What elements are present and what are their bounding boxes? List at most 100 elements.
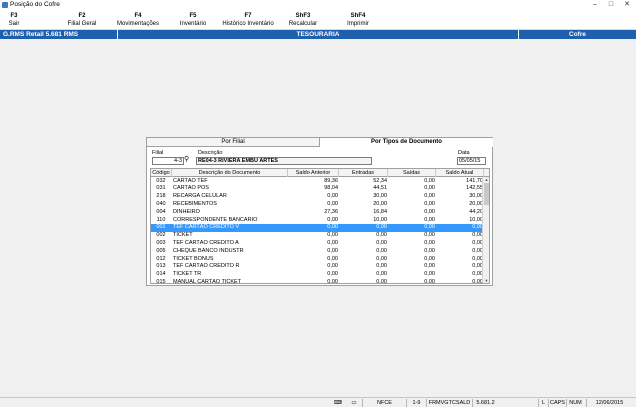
window-controls: – □ ✕ [590,0,632,10]
status-mode: NFCE [362,399,406,407]
cell-sa: 0,00 [327,216,338,223]
exit-button[interactable]: F3 Sair [0,12,44,28]
vertical-scrollbar[interactable]: ▲ ▼ [482,177,489,283]
cell-sa: 0,00 [327,278,338,284]
cell-sd: 0,00 [424,263,435,270]
filial-field[interactable]: 4-3 [152,157,184,165]
inventario-button[interactable]: F5 Inventário [163,12,223,28]
button-label: Filial Geral [67,21,97,27]
table-row[interactable]: 013 TEF CARTÃO CRÉDITO R 0,00 0,00 0,00 0,00 [151,263,483,271]
cell-desc: RECEBIMENTOS [173,200,217,207]
cell-sa: 0,00 [327,247,338,254]
table-row[interactable]: 031 CARTÃO POS 98,04 44,51 0,00 142,55 [151,185,483,193]
close-button[interactable]: ✕ [622,0,632,10]
cell-code: 005 [156,247,166,254]
scroll-down-icon[interactable]: ▼ [483,278,489,283]
table-row[interactable]: 005 CHEQUE BANCO INDUSTR 0,00 0,00 0,00 0,00 [151,248,483,256]
cell-code: 003 [156,239,166,246]
app-icon [2,2,8,8]
table-row[interactable]: 003 TEF CARTÃO CRÉDITO A 0,00 0,00 0,00 0,00 [151,240,483,248]
shortcut-key: F3 [10,13,18,19]
cell-sd: 0,00 [424,271,435,278]
table-row[interactable]: 004 DINHEIRO 27,36 16,84 0,00 44,20 [151,209,483,217]
descricao-field: RE04-3 RIVIERA EMBU ARTES [196,157,372,165]
filial-geral-button[interactable]: F2 Filial Geral [52,12,112,28]
cell-code: 218 [156,193,166,200]
table-row[interactable]: 032 CARTÃO TEF 89,36 52,34 0,00 141,70 [151,178,483,186]
historico-inventario-button[interactable]: F7 Histórico Inventário [218,12,278,28]
cell-code: 001 [156,224,166,231]
cell-desc: CARTÃO TEF [173,177,208,184]
shortcut-key: ShF3 [295,13,311,19]
imprimir-button[interactable]: ShF4 Imprimir [328,12,388,28]
data-field[interactable]: 05/05/15 [457,157,486,165]
keyboard-icon: ⌨ [334,400,342,406]
cell-en: 44,51 [373,185,387,192]
cell-at: 0,00 [472,255,483,262]
movimentacoes-button[interactable]: F4 Movimentações [108,12,168,28]
shortcut-key: ShF4 [350,13,366,19]
table-row[interactable]: 040 RECEBIMENTOS 0,00 20,00 0,00 20,00 [151,201,483,209]
cell-en: 30,00 [373,193,387,200]
header-saidas[interactable]: Saídas [388,169,436,177]
system-version: G.RMS Retail 5.681 RMS [3,31,79,38]
table-row[interactable]: 014 TICKET TR 0,00 0,00 0,00 0,00 [151,271,483,279]
tab-por-filial[interactable]: Por Filial [147,138,320,147]
cell-at: 44,20 [469,208,483,215]
cell-at: 0,00 [472,263,483,270]
header-saldo-atual[interactable]: Saldo Atual [436,169,484,177]
header-entradas[interactable]: Entradas [339,169,388,177]
cell-sa: 89,36 [324,177,338,184]
cell-desc: TEF CARTÃO CRÉDITO A [173,239,239,246]
table-row[interactable]: 015 MANUAL CARTÃO TICKET 0,00 0,00 0,00 0,00 [151,278,483,284]
recalcular-button[interactable]: ShF3 Recalcular [273,12,333,28]
header-codigo[interactable]: Código [151,169,172,177]
header-descricao[interactable]: Descrição do Documento [172,169,288,177]
cell-at: 142,55 [466,185,483,192]
tab-por-tipos-de-documento[interactable]: Por Tipos de Documento [320,138,493,147]
cell-code: 032 [156,177,166,184]
cell-at: 0,00 [472,239,483,246]
cell-sd: 0,00 [424,185,435,192]
cell-sd: 0,00 [424,224,435,231]
cell-code: 040 [156,200,166,207]
cell-desc: DINHEIRO [173,208,200,215]
button-label: Histórico Inventário [222,21,274,27]
binoculars-icon[interactable]: ⚲ [184,156,194,164]
scroll-thumb[interactable] [484,183,489,205]
cell-en: 0,00 [376,232,387,239]
cell-en: 16,84 [373,208,387,215]
table-row[interactable]: 110 CORRESPONDENTE BANCARIO 0,00 10,00 0,00 1… [151,217,483,225]
grid-header: Código Descrição do Documento Saldo Ante… [151,169,489,177]
table-row[interactable]: 218 RECARGA CELULAR 0,00 30,00 0,00 30,00 [151,193,483,201]
cell-code: 014 [156,271,166,278]
window-title: Posição do Cofre [10,1,60,8]
cell-at: 0,00 [472,271,483,278]
cell-sa: 0,00 [327,239,338,246]
cell-sd: 0,00 [424,216,435,223]
table-row[interactable]: 012 TICKET BONUS 0,00 0,00 0,00 0,00 [151,256,483,264]
header-saldo-anterior[interactable]: Saldo Anterior [288,169,339,177]
cell-en: 52,34 [373,177,387,184]
cell-at: 0,00 [472,232,483,239]
cell-desc: MANUAL CARTÃO TICKET [173,278,242,284]
data-label: Data [458,150,470,156]
shortcut-key: F4 [134,13,142,19]
shortcut-key: F7 [244,13,252,19]
button-label: Inventário [179,21,207,27]
cell-code: 002 [156,232,166,239]
shortcut-key: F2 [78,13,86,19]
cell-sd: 0,00 [424,193,435,200]
table-row[interactable]: 002 TICKET 0,00 0,00 0,00 0,00 [151,232,483,240]
module-name: TESOURARIA [296,31,340,38]
maximize-button[interactable]: □ [606,0,616,10]
documents-grid: Código Descrição do Documento Saldo Ante… [150,168,490,284]
cell-desc: CHEQUE BANCO INDUSTR [173,247,244,254]
table-row[interactable]: 001 TEF CARTÃO CRÉDITO V 0,00 0,00 0,00 0,00 [151,224,483,233]
cell-at: 20,00 [469,200,483,207]
cell-en: 0,00 [376,271,387,278]
descricao-label: Descrição [198,150,223,156]
cell-en: 0,00 [376,247,387,254]
minimize-button[interactable]: – [590,0,600,10]
cell-desc: TICKET TR [173,271,202,278]
